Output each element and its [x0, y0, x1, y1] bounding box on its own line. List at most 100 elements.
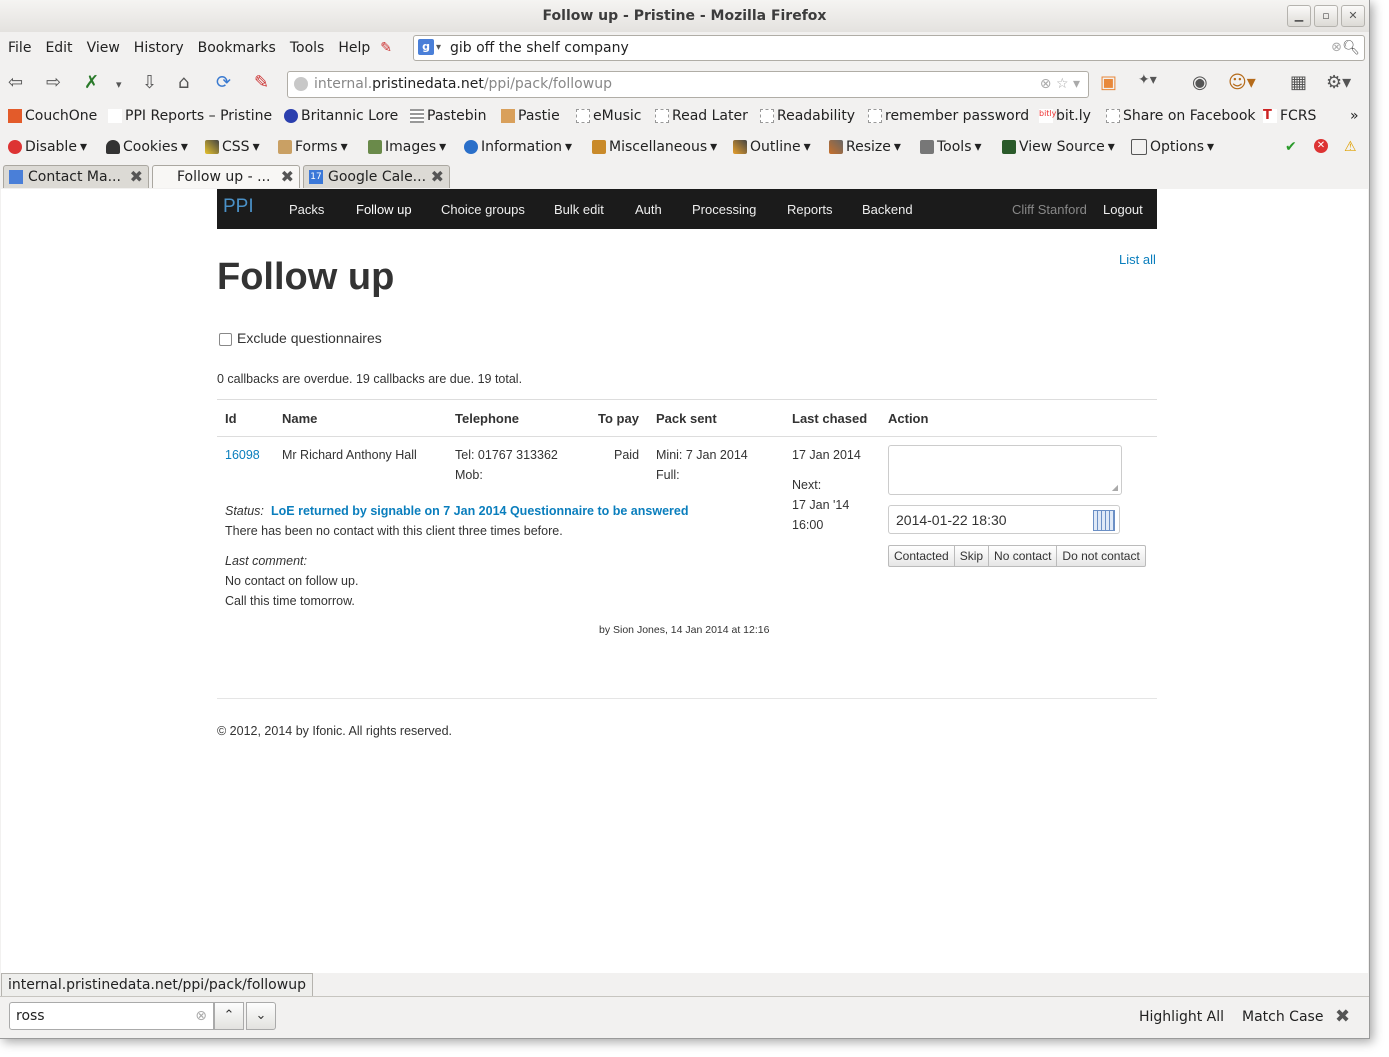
google-icon[interactable]: g	[418, 39, 434, 55]
dev-menu-disable[interactable]: Disable ▾	[8, 139, 87, 155]
bookmark-item[interactable]: Readability	[760, 108, 855, 124]
close-tab-icon[interactable]: ✖	[431, 166, 444, 188]
dev-menu-css[interactable]: CSS ▾	[205, 139, 260, 155]
find-next-button[interactable]: ⌄	[246, 1002, 276, 1030]
menu-bookmarks[interactable]: Bookmarks	[198, 40, 276, 56]
dev-menu-outline[interactable]: Outline ▾	[733, 139, 811, 155]
error-icon[interactable]: ✕	[1314, 139, 1328, 153]
bookmark-star-icon[interactable]: ⊗ ☆ ▾	[1040, 72, 1080, 97]
url-bar[interactable]: internal.pristinedata.net/ppi/pack/follo…	[287, 71, 1089, 98]
download-icon[interactable]: ⇩	[142, 72, 157, 93]
bookmark-item[interactable]: CouchOne	[8, 108, 97, 124]
nav-bulk-edit[interactable]: Bulk edit	[554, 202, 604, 217]
bookmark-item[interactable]: remember password	[868, 108, 1029, 124]
chevron-down-icon[interactable]: ▾	[116, 78, 122, 91]
qr-icon[interactable]: ▦	[1290, 72, 1307, 93]
logout-link[interactable]: Logout	[1103, 202, 1143, 217]
back-icon[interactable]: ⇦	[8, 72, 23, 93]
dev-menu-miscellaneous[interactable]: Miscellaneous ▾	[592, 139, 717, 155]
resize-grip-icon[interactable]: ◢	[1112, 483, 1118, 492]
menu-help[interactable]: Help	[338, 40, 370, 56]
bookmark-item[interactable]: Pastebin	[410, 108, 486, 124]
close-window-button[interactable]: ✕	[1341, 5, 1365, 27]
bookmark-item[interactable]: T FCRS	[1263, 108, 1316, 124]
dev-menu-cookies[interactable]: Cookies ▾	[106, 139, 188, 155]
menu-view[interactable]: View	[87, 40, 120, 56]
tab-google-calendar[interactable]: 17 Google Cale... ✖	[303, 165, 450, 188]
search-bar[interactable]: g ▾ gib off the shelf company ⊗ 🔍︎	[413, 35, 1365, 61]
find-input[interactable]: ross ⊗	[9, 1002, 214, 1030]
highlight-all-toggle[interactable]: Highlight All	[1139, 1009, 1224, 1025]
warning-icon[interactable]: ⚠	[1344, 139, 1357, 155]
addon-icon[interactable]: ◉	[1192, 72, 1208, 93]
brand-logo[interactable]: PPI	[223, 196, 254, 218]
close-tab-icon[interactable]: ✖	[281, 166, 294, 188]
search-input[interactable]: gib off the shelf company	[450, 36, 629, 60]
excel-icon[interactable]: ✗	[84, 72, 99, 93]
dev-menu-forms[interactable]: Forms ▾	[278, 139, 348, 155]
reload-icon[interactable]: ⟳	[216, 72, 231, 93]
tab-follow-up[interactable]: Follow up - ... ✖	[152, 165, 300, 188]
edit-bookmark-icon[interactable]: ✎	[380, 40, 392, 56]
tab-contact-manager[interactable]: Contact Ma... ✖	[3, 165, 149, 188]
record-id-link[interactable]: 16098	[225, 448, 260, 462]
list-all-link[interactable]: List all	[1119, 252, 1156, 267]
bookmark-item[interactable]: Share on Facebook	[1106, 108, 1256, 124]
no-contact-button[interactable]: No contact	[988, 545, 1058, 567]
site-identity-icon[interactable]	[294, 77, 308, 91]
calendar-icon[interactable]	[1093, 510, 1115, 531]
bookmarks-overflow-icon[interactable]: »	[1350, 108, 1359, 124]
dev-menu-resize[interactable]: Resize ▾	[829, 139, 901, 155]
menu-file[interactable]: File	[8, 40, 31, 56]
dev-menu-information[interactable]: Information ▾	[464, 139, 572, 155]
nav-auth[interactable]: Auth	[635, 202, 662, 217]
nav-reports[interactable]: Reports	[787, 202, 833, 217]
nav-backend[interactable]: Backend	[862, 202, 913, 217]
dev-menu-images[interactable]: Images ▾	[368, 139, 446, 155]
skip-button[interactable]: Skip	[953, 545, 990, 567]
edit-page-icon[interactable]: ✎	[254, 72, 269, 93]
exclude-questionnaires-label[interactable]: Exclude questionnaires	[237, 330, 382, 346]
menu-tools[interactable]: Tools	[290, 40, 325, 56]
do-not-contact-button[interactable]: Do not contact	[1056, 545, 1146, 567]
minimize-button[interactable]: ▁	[1287, 5, 1311, 27]
menu-history[interactable]: History	[134, 40, 184, 56]
bookmark-item[interactable]: bitly bit.ly	[1039, 108, 1091, 124]
nav-choice-groups[interactable]: Choice groups	[441, 202, 525, 217]
contacted-button[interactable]: Contacted	[888, 545, 955, 567]
images-icon	[368, 140, 382, 154]
bookmark-item[interactable]: eMusic	[576, 108, 641, 124]
firebug-icon[interactable]: ✦▾	[1138, 72, 1157, 88]
exclude-questionnaires-checkbox[interactable]	[219, 333, 232, 346]
dev-menu-view-source[interactable]: View Source ▾	[1002, 139, 1115, 155]
home-icon[interactable]: ⌂	[178, 72, 189, 93]
find-previous-button[interactable]: ⌃	[214, 1002, 244, 1030]
forward-icon[interactable]: ⇨	[46, 72, 61, 93]
settings-icon[interactable]: ⚙▾	[1326, 72, 1351, 93]
greasemonkey-icon[interactable]: ☺▾	[1228, 72, 1256, 93]
current-user[interactable]: Cliff Stanford	[1012, 202, 1087, 217]
menu-edit[interactable]: Edit	[45, 40, 72, 56]
maximize-button[interactable]: ▫	[1314, 5, 1338, 27]
match-case-toggle[interactable]: Match Case	[1242, 1009, 1323, 1025]
status-link[interactable]: LoE returned by signable on 7 Jan 2014 Q…	[271, 504, 688, 518]
dev-menu-options[interactable]: Options ▾	[1131, 139, 1214, 155]
url-text[interactable]: internal.pristinedata.net/ppi/pack/follo…	[314, 72, 612, 97]
comment-textarea[interactable]: ◢	[888, 445, 1122, 495]
dev-menu-tools[interactable]: Tools ▾	[920, 139, 982, 155]
rss-icon[interactable]: ▣	[1100, 72, 1117, 93]
clear-find-icon[interactable]: ⊗	[195, 1003, 207, 1029]
bookmark-item[interactable]: Britannic Lore	[284, 108, 398, 124]
bookmark-item[interactable]: Read Later	[655, 108, 748, 124]
bookmark-item[interactable]: PPI Reports – Pristine	[108, 108, 272, 124]
close-tab-icon[interactable]: ✖	[130, 166, 143, 188]
callback-datetime-input[interactable]: 2014-01-22 18:30	[888, 505, 1120, 534]
nav-packs[interactable]: Packs	[289, 202, 324, 217]
bookmark-item[interactable]: Pastie	[501, 108, 560, 124]
clear-search-icon[interactable]: ⊗	[1331, 36, 1342, 60]
search-icon[interactable]: 🔍︎	[1342, 36, 1360, 60]
close-find-bar-icon[interactable]: ✖	[1335, 1006, 1350, 1027]
nav-follow-up[interactable]: Follow up	[356, 202, 412, 217]
validation-ok-icon[interactable]: ✔	[1285, 139, 1297, 155]
nav-processing[interactable]: Processing	[692, 202, 756, 217]
